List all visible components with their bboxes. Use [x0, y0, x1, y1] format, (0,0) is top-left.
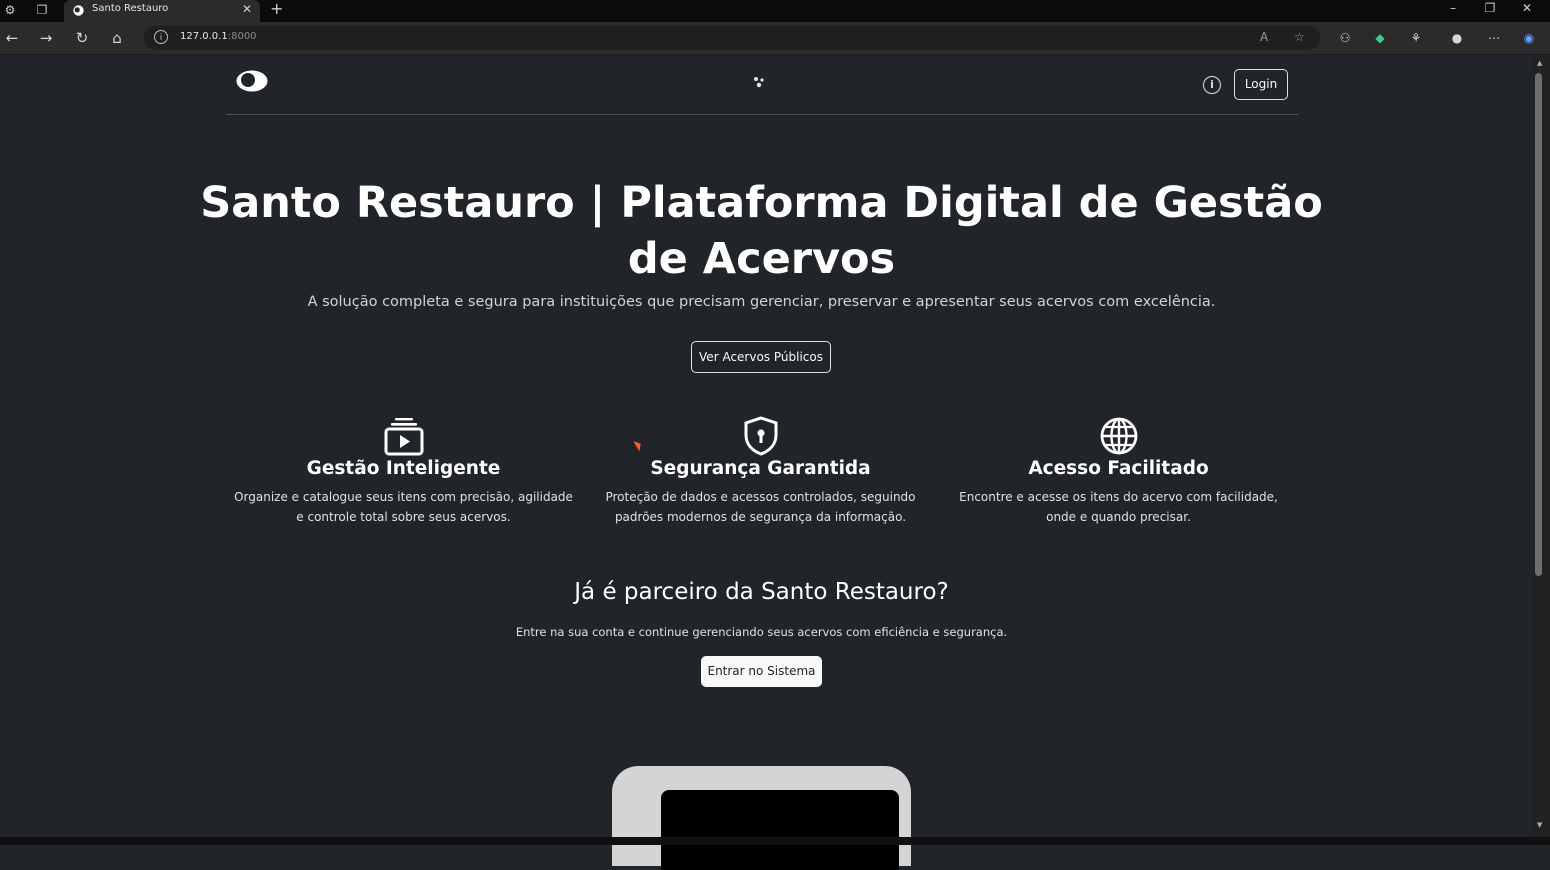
feature-title: Segurança Garantida	[650, 458, 871, 479]
scrollbar-thumb[interactable]	[1535, 73, 1542, 576]
url-host: 127.0.0.1	[180, 31, 228, 42]
extension-icon[interactable]: ⚇	[1336, 29, 1354, 47]
page-title: Santo Restauro | Plataforma Digital de G…	[200, 178, 1323, 284]
feature-card: Gestão Inteligente Organize e catalogue …	[231, 415, 576, 527]
feature-description: Organize e catalogue seus itens com prec…	[234, 490, 573, 524]
collection-play-icon	[384, 418, 423, 456]
shield-lock-icon	[744, 416, 777, 456]
tab-title: Santo Restauro	[92, 3, 169, 14]
minimize-window-icon[interactable]: –	[1443, 1, 1463, 15]
feature-card: Segurança Garantida Proteção de dados e …	[588, 415, 933, 527]
feature-description: Proteção de dados e acessos controlados,…	[605, 490, 916, 524]
public-collections-button[interactable]: Ver Acervos Públicos	[691, 341, 831, 373]
profile-avatar-icon[interactable]: ●	[1448, 29, 1466, 47]
extension-green-icon[interactable]: ◆	[1371, 29, 1389, 47]
logo-eye-icon[interactable]	[235, 68, 269, 94]
browser-address-bar: ← → ↻ ⌂ i 127.0.0.1:8000 A ☆ ⚇ ◆ ⚘ ● ⋯ ◉	[0, 22, 1550, 55]
device-screen	[661, 790, 899, 870]
tab-favicon-eye-icon	[73, 5, 84, 16]
read-aloud-icon[interactable]: A	[1260, 30, 1268, 44]
site-info-icon[interactable]: i	[154, 30, 168, 44]
navbar: i Login	[0, 55, 1533, 137]
partner-subtitle: Entre na sua conta e continue gerenciand…	[515, 625, 1008, 639]
favorite-star-icon[interactable]: ☆	[1294, 30, 1305, 44]
enter-system-button[interactable]: Entrar no Sistema	[701, 656, 822, 687]
scroll-up-icon[interactable]: ▲	[1537, 59, 1542, 67]
browser-profile-icon[interactable]: ⚙	[2, 2, 18, 18]
sparkle-icon	[754, 77, 764, 88]
hero-subtitle: A solução completa e segura para institu…	[307, 294, 1216, 310]
copilot-icon[interactable]: ◉	[1520, 29, 1538, 47]
page: i Login Santo Restauro | Plataforma Digi…	[0, 55, 1533, 870]
scroll-down-icon[interactable]: ▼	[1537, 821, 1542, 829]
restore-window-icon[interactable]: ❐	[1480, 1, 1500, 15]
scrollbar[interactable]: ▲ ▼	[1533, 55, 1550, 837]
partner-title: Já é parceiro da Santo Restauro?	[574, 579, 949, 605]
tab-close-icon[interactable]: ✕	[242, 2, 252, 16]
feature-card: Acesso Facilitado Encontre e acesse os i…	[946, 415, 1291, 527]
feature-title: Acesso Facilitado	[1028, 458, 1209, 479]
login-button[interactable]: Login	[1234, 69, 1288, 100]
browser-tab-active[interactable]: Santo Restauro ✕	[64, 0, 260, 22]
new-tab-button[interactable]: +	[270, 0, 283, 18]
url-port: :8000	[227, 31, 257, 42]
url-input[interactable]: i 127.0.0.1:8000 A ☆	[144, 26, 1320, 50]
device-mockup-image	[612, 766, 911, 870]
feature-title: Gestão Inteligente	[306, 458, 501, 479]
globe-icon	[1100, 417, 1137, 455]
navbar-inner: i Login	[226, 55, 1298, 115]
feature-description: Encontre e acesse os itens do acervo com…	[959, 490, 1278, 524]
back-icon[interactable]: ←	[2, 28, 22, 48]
close-window-icon[interactable]: ✕	[1517, 1, 1537, 15]
forward-icon[interactable]: →	[36, 28, 56, 48]
tab-actions-icon[interactable]: ❐	[34, 2, 50, 18]
reload-icon[interactable]: ↻	[72, 28, 92, 48]
bottom-edge	[0, 837, 1550, 845]
more-menu-icon[interactable]: ⋯	[1485, 29, 1503, 47]
home-icon[interactable]: ⌂	[107, 28, 127, 48]
info-icon[interactable]: i	[1203, 76, 1221, 94]
url-text: 127.0.0.1:8000	[180, 31, 257, 42]
browser-tab-bar: ⚙ ❐ Santo Restauro ✕ + – ❐ ✕	[0, 0, 1550, 22]
extensions-puzzle-icon[interactable]: ⚘	[1407, 29, 1425, 47]
